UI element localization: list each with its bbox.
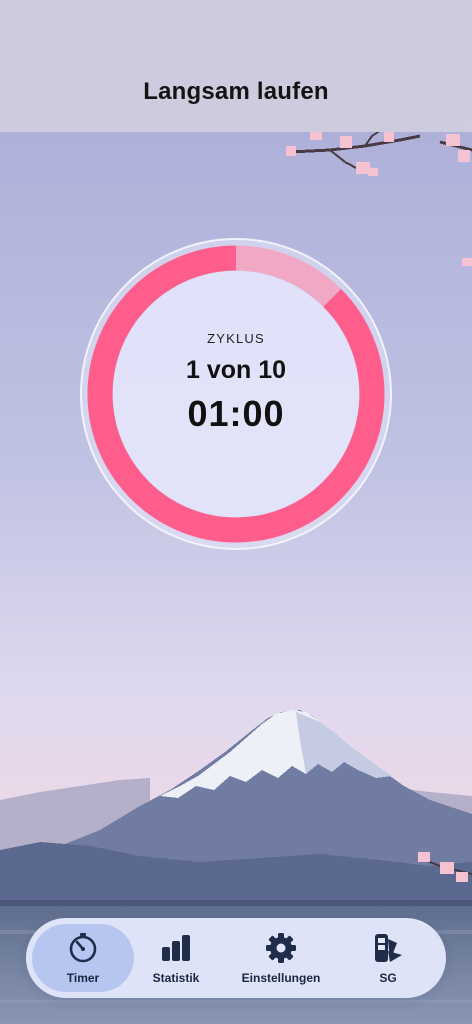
gear-icon xyxy=(266,933,296,963)
timer-ring: ZYKLUS 1 von 10 01:00 xyxy=(80,238,392,550)
color-swatch-icon xyxy=(375,934,402,962)
countdown-time: 01:00 xyxy=(187,393,285,434)
timer-readout: ZYKLUS 1 von 10 01:00 xyxy=(80,238,392,550)
tab-statistik[interactable]: Statistik xyxy=(138,924,214,992)
stopwatch-icon xyxy=(69,933,97,963)
tab-label-einstellungen: Einstellungen xyxy=(241,971,321,985)
tab-label-sg: SG xyxy=(379,971,397,985)
tab-label-statistik: Statistik xyxy=(152,971,200,985)
tab-label-timer: Timer xyxy=(66,971,100,985)
tab-einstellungen[interactable]: Einstellungen xyxy=(226,924,336,992)
bar-chart-icon xyxy=(162,935,190,961)
tab-timer[interactable]: Timer xyxy=(32,924,134,992)
cycle-label: ZYKLUS xyxy=(207,331,265,346)
tab-sg[interactable]: SG xyxy=(344,924,432,992)
bottom-tab-bar: Timer Statistik Einstellungen SG xyxy=(26,918,446,998)
title-bar: Langsam laufen xyxy=(0,0,472,132)
cycle-count: 1 von 10 xyxy=(185,356,287,384)
page-title: Langsam laufen xyxy=(143,78,329,105)
